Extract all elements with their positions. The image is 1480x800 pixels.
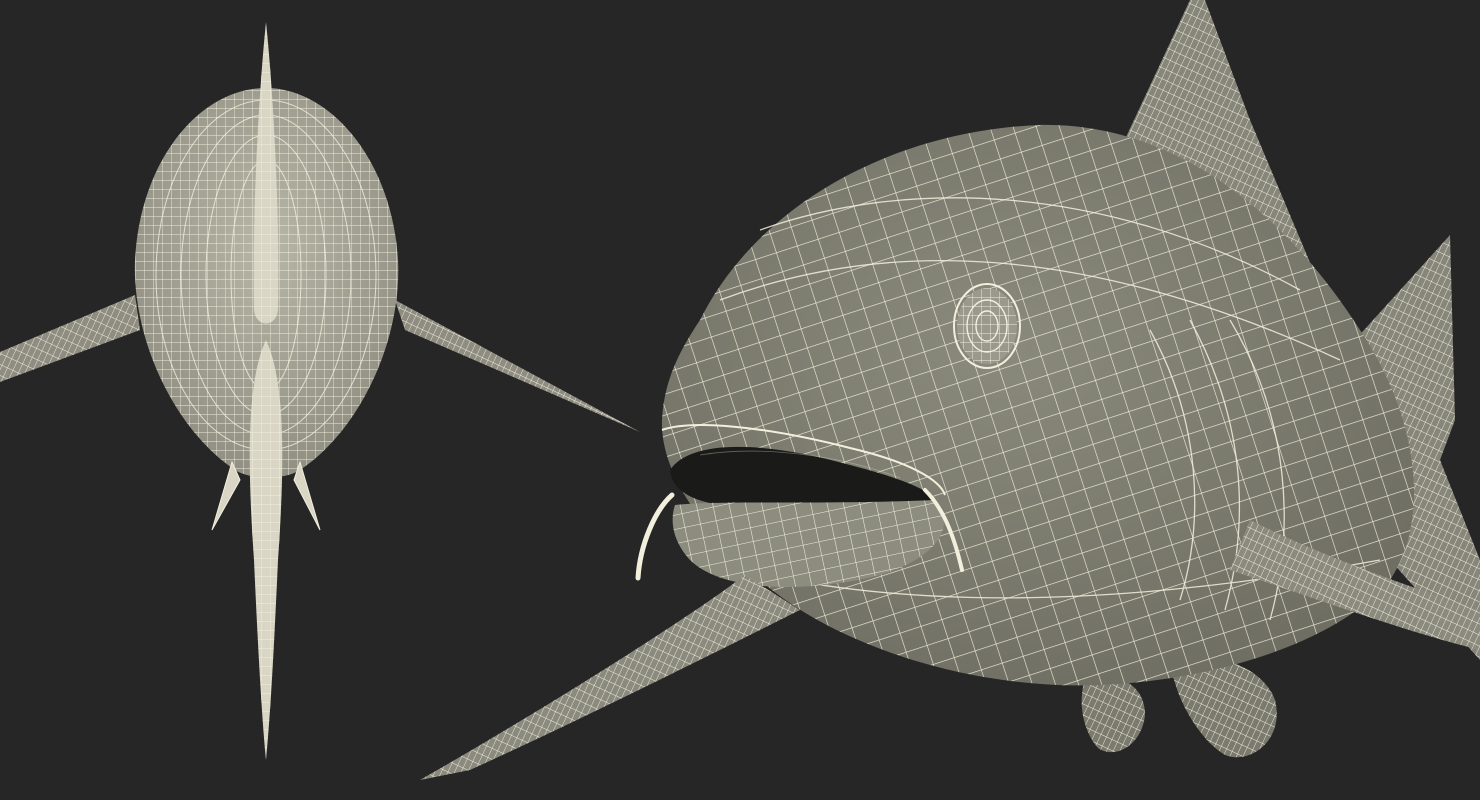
barbel-left bbox=[635, 492, 675, 581]
fish-eye bbox=[953, 283, 1021, 369]
front-keel bbox=[249, 340, 283, 760]
render-svg bbox=[0, 0, 1480, 780]
pelvic-fin-front bbox=[1081, 676, 1145, 753]
pectoral-fin-left bbox=[420, 575, 800, 780]
front-pelvic-fin-right bbox=[293, 460, 321, 531]
front-pelvic-fin-left bbox=[211, 460, 241, 531]
three-quarter-view-fish bbox=[420, 0, 1480, 780]
left-pectoral-fin bbox=[0, 295, 140, 382]
right-pectoral-fin bbox=[395, 300, 640, 432]
front-view-fish bbox=[0, 22, 640, 760]
wireframe-render-canvas bbox=[0, 0, 1480, 800]
front-dorsal-fin bbox=[253, 22, 279, 324]
